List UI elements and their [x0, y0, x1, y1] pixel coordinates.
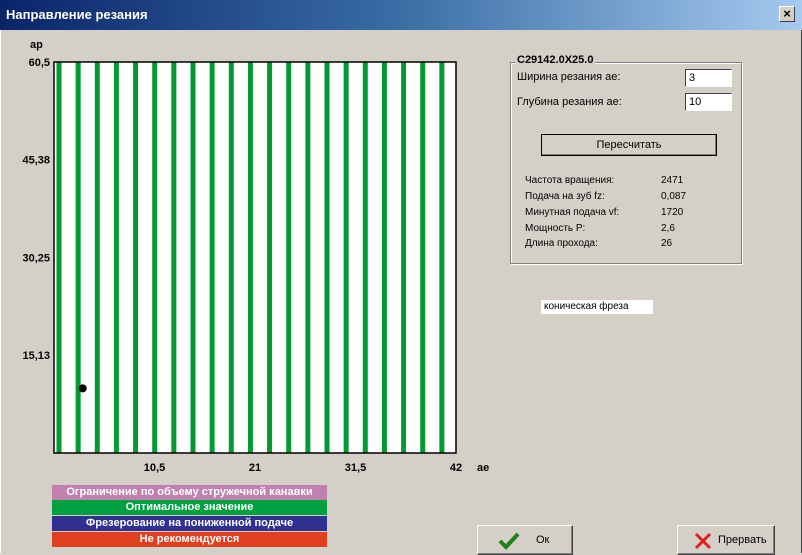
legend-chip-volume: Ограничение по объему стружечной канавки: [52, 485, 327, 500]
result-value: 0,087: [661, 191, 687, 202]
stripe-bar: [381, 62, 387, 453]
stripe-bar: [152, 62, 158, 453]
x-tick-label: 31,5: [345, 462, 366, 474]
tool-type-field: коническая фреза: [541, 300, 653, 314]
result-value: 26: [661, 238, 673, 249]
stripe-bar: [401, 62, 407, 453]
stripe-bar: [267, 62, 273, 453]
result-label: Минутная подача vf:: [525, 207, 620, 218]
depth-input[interactable]: [685, 93, 732, 111]
result-value: 2,6: [661, 223, 675, 234]
legend-chip-optimal: Оптимальное значение: [52, 500, 327, 515]
y-tick-label: 45,38: [22, 155, 50, 167]
cancel-button[interactable]: Прервать: [677, 525, 775, 555]
stripe-bar: [171, 62, 177, 453]
depth-label: Глубина резания ae:: [517, 96, 622, 108]
result-label: Подача на зуб fz:: [525, 191, 605, 202]
checkmark-icon: [498, 532, 520, 550]
stripe-bar: [133, 62, 139, 453]
width-input[interactable]: [685, 69, 732, 87]
y-tick-label: 15,13: [22, 350, 50, 362]
result-label: Мощность P:: [525, 223, 586, 234]
y-tick-label: 60,5: [29, 57, 50, 69]
x-tick-label: 21: [249, 462, 261, 474]
result-value: 1720: [661, 207, 684, 218]
tool-name: C29142.0X25.0: [515, 54, 596, 66]
stripe-bar: [324, 62, 330, 453]
stripe-bar: [343, 62, 349, 453]
stripe-bar: [420, 62, 426, 453]
result-label: Частота вращения:: [525, 175, 615, 186]
cancel-label: Прервать: [718, 534, 767, 546]
stripe-bar: [190, 62, 196, 453]
stripe-bar: [209, 62, 215, 453]
stripe-bar: [286, 62, 292, 453]
result-value: 2471: [661, 175, 684, 186]
stripe-bar: [56, 62, 62, 453]
stripe-bar: [228, 62, 234, 453]
result-label: Длина прохода:: [525, 238, 598, 249]
width-label: Ширина резания ae:: [517, 71, 621, 83]
legend-chip-not-recommended: Не рекомендуется: [52, 532, 327, 547]
stripe-bar: [439, 62, 445, 453]
legend-chip-reduced-feed: Фрезерование на пониженной подаче: [52, 516, 327, 531]
stripe-bar: [75, 62, 81, 453]
cross-icon: [694, 532, 712, 550]
ok-button[interactable]: Ок: [477, 525, 573, 555]
stripe-bar: [113, 62, 119, 453]
y-tick-label: 30,25: [22, 253, 50, 265]
x-tick-label: 42: [450, 462, 462, 474]
stripe-bar: [94, 62, 100, 453]
recalculate-button[interactable]: Пересчитать: [541, 134, 717, 156]
stripe-bar: [305, 62, 311, 453]
stripe-bar: [362, 62, 368, 453]
operating-point: [78, 384, 87, 393]
stripe-bar: [247, 62, 253, 453]
x-tick-label: 10,5: [144, 462, 165, 474]
ok-label: Ок: [536, 534, 550, 546]
